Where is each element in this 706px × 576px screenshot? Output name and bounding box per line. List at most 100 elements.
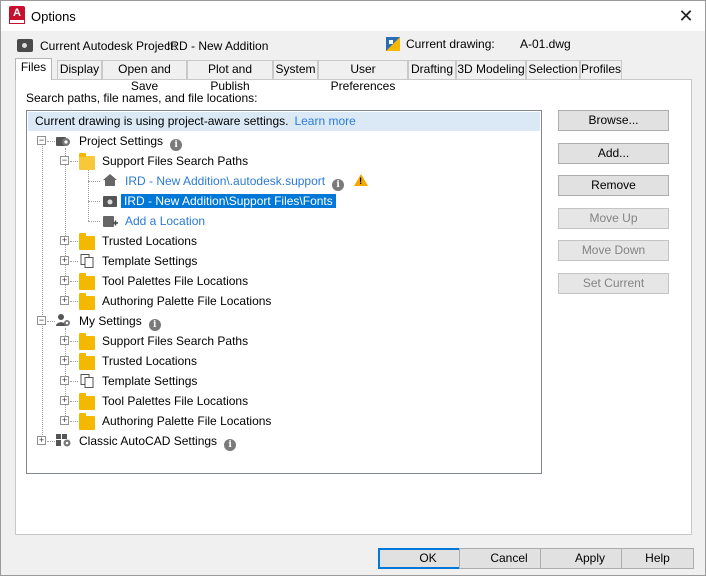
help-button[interactable]: Help: [621, 548, 694, 569]
set-current-button[interactable]: Set Current: [558, 273, 669, 294]
tab-3d-modeling[interactable]: 3D Modeling: [456, 60, 526, 79]
banner-text: Current drawing is using project-aware s…: [35, 114, 289, 128]
move-down-button[interactable]: Move Down: [558, 240, 669, 261]
tree-connector: [70, 261, 78, 262]
tree-item-my-support-paths[interactable]: Support Files Search Paths: [102, 332, 248, 350]
search-paths-label: Search paths, file names, and file locat…: [26, 91, 258, 105]
remove-button[interactable]: Remove: [558, 175, 669, 196]
tree-item-project-settings[interactable]: Project Settings i: [79, 132, 183, 151]
tree-item-trusted-locations[interactable]: Trusted Locations: [102, 232, 197, 250]
tree-connector: [70, 161, 78, 162]
expand-my-tool-palettes[interactable]: +: [60, 396, 69, 405]
tab-profiles[interactable]: Profiles: [580, 60, 622, 79]
tree-connector: [70, 421, 78, 422]
title-bar: A Options ✕: [1, 1, 705, 31]
tree-item-authoring-palette[interactable]: Authoring Palette File Locations: [102, 292, 271, 310]
add-location-link[interactable]: Add a Location: [125, 212, 205, 230]
expand-trusted-locations[interactable]: +: [60, 236, 69, 245]
tree-item-my-template[interactable]: Template Settings: [102, 372, 197, 390]
folder-icon: [79, 273, 95, 290]
tab-files[interactable]: Files: [15, 58, 52, 80]
tree-item-my-settings[interactable]: My Settings i: [79, 312, 161, 331]
close-icon: ✕: [678, 6, 694, 26]
tree-item-my-trusted[interactable]: Trusted Locations: [102, 352, 197, 370]
learn-more-link[interactable]: Learn more: [294, 114, 355, 128]
collapse-project-settings[interactable]: −: [37, 136, 46, 145]
move-up-button[interactable]: Move Up: [558, 208, 669, 229]
folder-icon: [79, 353, 95, 370]
file-locations-tree[interactable]: Current drawing is using project-aware s…: [26, 110, 542, 474]
expand-classic-settings[interactable]: +: [37, 436, 46, 445]
tab-system[interactable]: System: [273, 60, 318, 79]
project-settings-icon: [56, 137, 70, 146]
tree-connector: [70, 341, 78, 342]
folder-icon: [79, 413, 95, 430]
tree-connector: [88, 201, 100, 202]
tree-item-tool-palettes[interactable]: Tool Palettes File Locations: [102, 272, 248, 290]
collapse-my-settings[interactable]: −: [37, 316, 46, 325]
add-button[interactable]: Add...: [558, 143, 669, 164]
tree-item-my-authoring[interactable]: Authoring Palette File Locations: [102, 412, 271, 430]
tree-item-label: My Settings: [79, 314, 142, 328]
home-icon: [103, 174, 117, 186]
expand-my-authoring[interactable]: +: [60, 416, 69, 425]
folder-open-icon: [79, 153, 95, 170]
expand-my-support-paths[interactable]: +: [60, 336, 69, 345]
project-name: IRD - New Addition: [167, 39, 269, 53]
drawing-label: Current drawing:: [406, 37, 495, 51]
info-icon[interactable]: i: [148, 319, 161, 331]
options-dialog: A Options ✕ Current Autodesk Project: IR…: [0, 0, 706, 576]
tree-item-template-settings[interactable]: Template Settings: [102, 252, 197, 270]
expand-my-trusted[interactable]: +: [60, 356, 69, 365]
expand-authoring-palette[interactable]: +: [60, 296, 69, 305]
add-location-label: Add a Location: [125, 214, 206, 228]
window-title: Options: [31, 9, 76, 24]
tab-selection[interactable]: Selection: [526, 60, 580, 79]
browse-button[interactable]: Browse...: [558, 110, 669, 131]
tree-item-classic-settings[interactable]: Classic AutoCAD Settings i: [79, 432, 237, 451]
tree-item-label: Classic AutoCAD Settings: [79, 434, 218, 448]
folder-icon: [79, 393, 95, 410]
tree-connector: [70, 361, 78, 362]
tree-connector: [88, 166, 89, 221]
project-label: Current Autodesk Project:: [40, 39, 177, 53]
tab-drafting[interactable]: Drafting: [408, 60, 456, 79]
folder-icon: [79, 293, 95, 310]
tree-connector: [47, 441, 55, 442]
tree-connector: [88, 221, 100, 222]
tree-connector: [47, 141, 55, 142]
tab-plot-and-publish[interactable]: Plot and Publish: [187, 60, 273, 93]
tree-connector: [70, 241, 78, 242]
tree-connector: [88, 181, 100, 182]
drawing-icon: [386, 37, 400, 51]
tree-item-path-fonts[interactable]: IRD - New Addition\Support Files\Fonts: [121, 192, 336, 210]
template-icon: [80, 254, 94, 268]
folder-icon: [79, 233, 95, 250]
tab-user-preferences[interactable]: User Preferences: [318, 60, 408, 93]
tab-open-and-save[interactable]: Open and Save: [102, 60, 187, 93]
tree-connector: [70, 381, 78, 382]
info-icon[interactable]: i: [224, 439, 237, 451]
folder-icon: [79, 333, 95, 350]
expand-tool-palettes[interactable]: +: [60, 276, 69, 285]
warning-icon: !: [354, 174, 369, 186]
info-icon[interactable]: i: [332, 179, 345, 191]
tree-connector: [42, 146, 43, 441]
user-settings-icon: [56, 314, 70, 326]
path-label-selected: IRD - New Addition\Support Files\Fonts: [121, 194, 336, 208]
tree-item-path-autodesk-support[interactable]: IRD - New Addition\.autodesk.support i!: [125, 172, 369, 191]
tree-item-my-tool-palettes[interactable]: Tool Palettes File Locations: [102, 392, 248, 410]
tab-display[interactable]: Display: [57, 60, 102, 79]
expand-my-template[interactable]: +: [60, 376, 69, 385]
info-icon[interactable]: i: [170, 139, 183, 151]
project-icon: [17, 39, 33, 52]
tree-connector: [70, 281, 78, 282]
tree-item-support-paths[interactable]: Support Files Search Paths: [102, 152, 248, 170]
project-aware-banner: Current drawing is using project-aware s…: [28, 112, 540, 131]
tree-connector: [70, 301, 78, 302]
close-button[interactable]: ✕: [675, 5, 697, 27]
expand-template-settings[interactable]: +: [60, 256, 69, 265]
drawing-name: A-01.dwg: [520, 37, 571, 51]
collapse-support-paths[interactable]: −: [60, 156, 69, 165]
classic-settings-icon: [56, 434, 71, 447]
